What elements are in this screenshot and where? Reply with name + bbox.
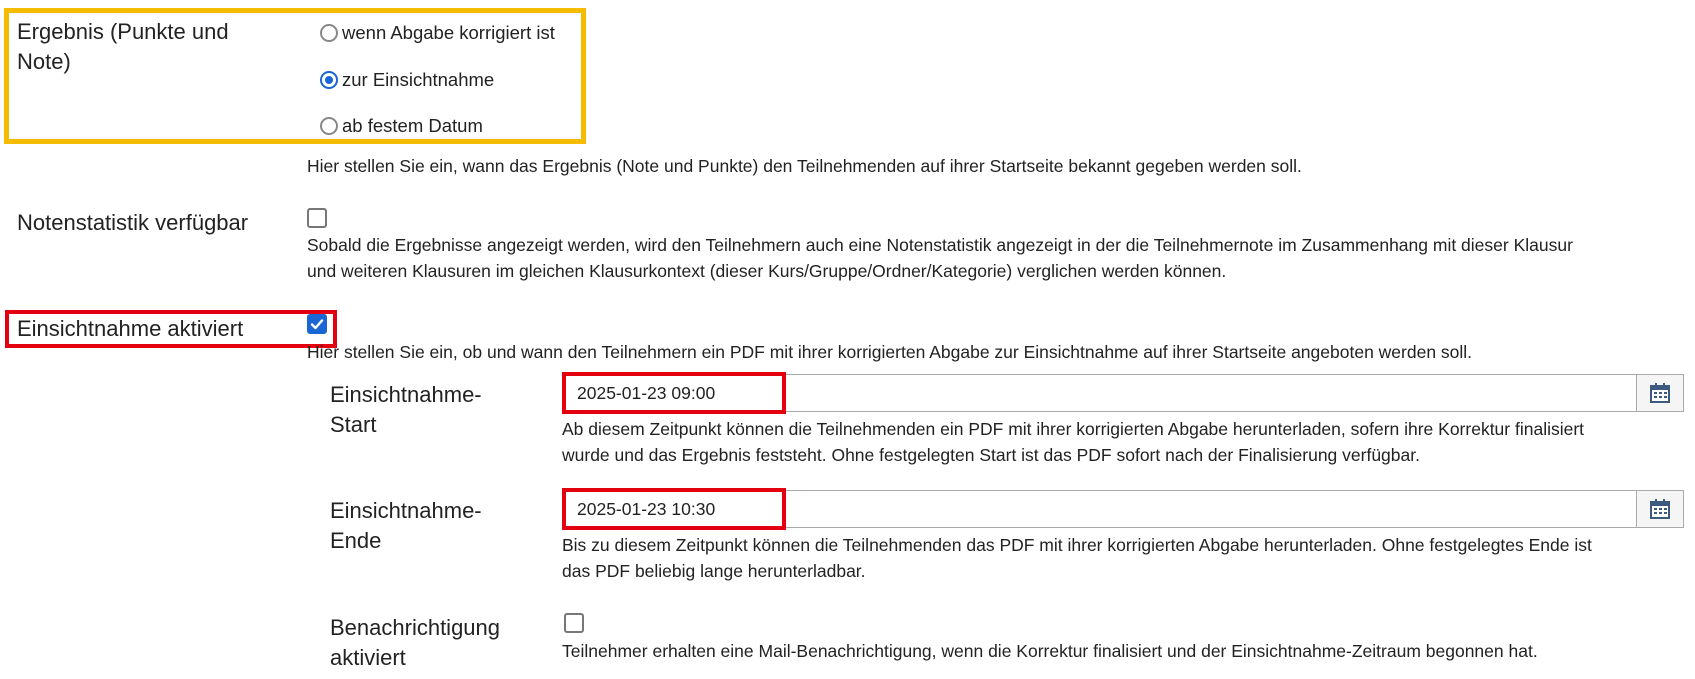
radio-corrected[interactable] [320, 24, 338, 42]
calendar-start-button[interactable] [1636, 375, 1683, 411]
result-option-inspection[interactable]: zur Einsichtnahme [320, 69, 494, 91]
radio-inspection[interactable] [320, 71, 338, 89]
inspection-start-label-line2: Start [330, 412, 377, 437]
result-option-fixed-date[interactable]: ab festem Datum [320, 115, 483, 137]
notify-checkbox[interactable] [564, 613, 584, 633]
inspection-help: Hier stellen Sie ein, ob und wann den Te… [307, 342, 1473, 362]
stats-label: Notenstatistik verfügbar [17, 210, 249, 235]
radio-inspection-label: zur Einsichtnahme [342, 69, 495, 90]
radio-fixed-date-label: ab festem Datum [342, 115, 483, 136]
highlight-start-value [562, 372, 786, 414]
notify-label-line2: aktiviert [330, 645, 406, 670]
result-label: Ergebnis (Punkte und Note) [17, 19, 229, 74]
highlight-end-value [562, 488, 786, 530]
calendar-icon [1650, 499, 1670, 519]
result-option-corrected[interactable]: wenn Abgabe korrigiert ist [320, 22, 555, 44]
inspection-end-label-line2: Ende [330, 528, 382, 553]
inspection-start-help-line1: Ab diesem Zeitpunkt können die Teilnehme… [562, 419, 1585, 439]
notify-help: Teilnehmer erhalten eine Mail-Benachrich… [562, 641, 1538, 661]
inspection-label: Einsichtnahme aktiviert [17, 316, 244, 341]
inspection-start-help-line2: wurde und das Ergebnis feststeht. Ohne f… [562, 445, 1420, 465]
inspection-end-label-line1: Einsichtnahme- [330, 498, 482, 523]
checkmark-icon [310, 319, 324, 330]
result-help: Hier stellen Sie ein, wann das Ergebnis … [307, 156, 1302, 176]
calendar-end-button[interactable] [1636, 491, 1683, 527]
inspection-start-label-line1: Einsichtnahme- [330, 382, 482, 407]
stats-help-line2: und weiteren Klausuren im gleichen Klaus… [307, 261, 1227, 281]
radio-corrected-label: wenn Abgabe korrigiert ist [342, 22, 555, 43]
notify-label-line1: Benachrichtigung [330, 615, 501, 640]
stats-help-line1: Sobald die Ergebnisse angezeigt werden, … [307, 235, 1573, 255]
stats-checkbox[interactable] [307, 208, 327, 228]
calendar-icon [1650, 383, 1670, 403]
inspection-checkbox[interactable] [307, 314, 327, 334]
radio-fixed-date[interactable] [320, 117, 338, 135]
inspection-end-help-line2: das PDF beliebig lange herunterladbar. [562, 561, 866, 581]
inspection-end-help-line1: Bis zu diesem Zeitpunkt können die Teiln… [562, 535, 1592, 555]
